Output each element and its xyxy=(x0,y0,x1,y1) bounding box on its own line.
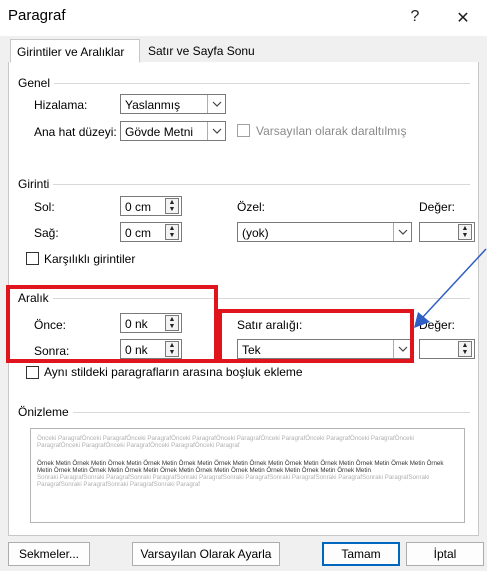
sag-value: 0 cm xyxy=(125,226,152,240)
ayni-stil-label: Aynı stildeki paragrafların arasına boşl… xyxy=(44,365,303,379)
sol-label: Sol: xyxy=(34,200,55,214)
close-button[interactable]: ✕ xyxy=(451,8,475,28)
chevron-down-icon xyxy=(207,95,225,113)
onizleme-group-line xyxy=(20,412,470,413)
genel-group-label: Genel xyxy=(18,76,55,90)
tab-satir-sayfa-label: Satır ve Sayfa Sonu xyxy=(148,44,255,58)
hizalama-dropdown[interactable]: Yaslanmış xyxy=(120,94,226,114)
preview-box: Önceki ParagrafÖnceki ParagrafÖnceki Par… xyxy=(30,428,465,523)
preview-sample-text: Örnek Metin Örnek Metin Örnek Metin Örne… xyxy=(37,459,444,474)
spin-up-down-icon[interactable]: ▲ ▼ xyxy=(165,198,179,214)
tab-girintiler[interactable]: Girintiler ve Aralıklar xyxy=(10,39,140,63)
tab-satir-sayfa[interactable]: Satır ve Sayfa Sonu xyxy=(142,39,264,63)
ana-hat-value: Gövde Metni xyxy=(125,125,194,139)
spin-up-down-icon[interactable]: ▲ ▼ xyxy=(165,224,179,240)
sol-value: 0 cm xyxy=(125,200,152,214)
dialog-title: Paragraf xyxy=(8,7,66,24)
girinti-deger-label: Değer: xyxy=(419,200,456,214)
highlight-box-satir-araligi xyxy=(218,309,414,363)
varsayilan-button[interactable]: Varsayılan Olarak Ayarla xyxy=(132,542,280,566)
karsilikli-checkbox[interactable] xyxy=(26,252,39,265)
chevron-down-icon xyxy=(393,223,411,241)
annotation-arrow xyxy=(414,248,487,328)
hizalama-value: Yaslanmış xyxy=(125,98,181,112)
girinti-deger-spinner[interactable]: ▲ ▼ xyxy=(419,222,475,242)
sol-spinner[interactable]: 0 cm ▲ ▼ xyxy=(120,196,182,216)
preview-next-paragraph: Sonraki ParagrafSonraki ParagrafSonraki … xyxy=(37,474,430,489)
chevron-down-icon xyxy=(207,122,225,140)
sag-label: Sağ: xyxy=(34,226,59,240)
tab-girintiler-label: Girintiler ve Aralıklar xyxy=(17,45,125,59)
help-button[interactable]: ? xyxy=(403,8,427,26)
karsilikli-label: Karşılıklı girintiler xyxy=(44,252,136,266)
ozel-value: (yok) xyxy=(242,226,269,240)
daraltilmis-checkbox[interactable] xyxy=(237,124,250,137)
spin-up-down-icon[interactable]: ▲ ▼ xyxy=(458,341,472,357)
ana-hat-label: Ana hat düzeyi: xyxy=(34,125,117,139)
girinti-group-label: Girinti xyxy=(18,177,54,191)
daraltilmis-label: Varsayılan olarak daraltılmış xyxy=(256,124,407,138)
girinti-group-line xyxy=(20,184,470,185)
hizalama-label: Hizalama: xyxy=(34,98,88,112)
onizleme-group-label: Önizleme xyxy=(18,405,73,419)
highlight-box-aralik xyxy=(6,285,218,363)
aralik-deger-spinner[interactable]: ▲ ▼ xyxy=(419,339,475,359)
ozel-dropdown[interactable]: (yok) xyxy=(237,222,412,242)
sekmeler-button[interactable]: Sekmeler... xyxy=(8,542,90,566)
ayni-stil-checkbox[interactable] xyxy=(26,366,39,379)
spin-up-down-icon[interactable]: ▲ ▼ xyxy=(458,224,472,240)
ozel-label: Özel: xyxy=(237,200,266,214)
ana-hat-dropdown[interactable]: Gövde Metni xyxy=(120,121,226,141)
preview-previous-paragraph: Önceki ParagrafÖnceki ParagrafÖnceki Par… xyxy=(37,435,414,450)
sag-spinner[interactable]: 0 cm ▲ ▼ xyxy=(120,222,182,242)
genel-group-line xyxy=(20,83,470,84)
iptal-button[interactable]: İptal xyxy=(406,542,484,566)
tamam-button[interactable]: Tamam xyxy=(322,542,400,566)
